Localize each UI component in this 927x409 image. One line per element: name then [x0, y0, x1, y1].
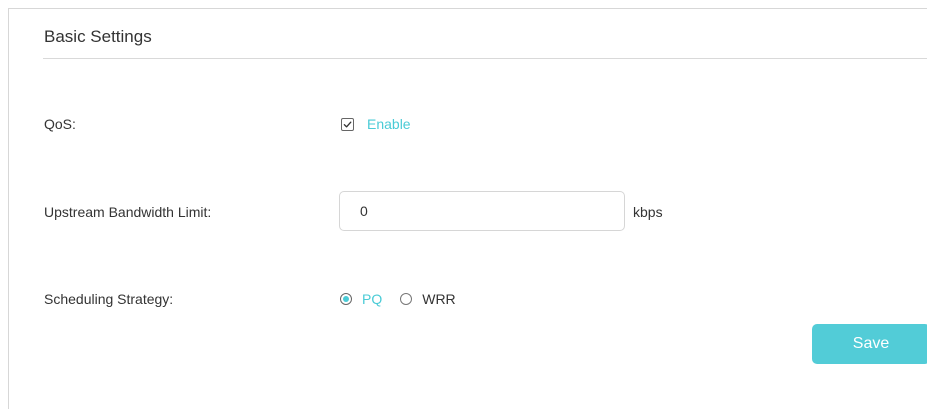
radio-label-pq[interactable]: PQ	[362, 291, 382, 307]
radio-option-pq[interactable]: PQ	[340, 291, 382, 307]
qos-enable-checkbox[interactable]: Enable	[341, 116, 411, 132]
checkbox-box[interactable]	[341, 117, 354, 131]
qos-label: QoS:	[44, 116, 76, 132]
radio-wrr[interactable]	[400, 293, 413, 305]
bandwidth-unit: kbps	[633, 204, 663, 220]
check-icon	[343, 120, 352, 128]
radio-pq[interactable]	[340, 293, 352, 305]
scheduling-strategy-radio-group: PQ WRR	[340, 291, 474, 307]
save-button[interactable]: Save	[812, 324, 927, 364]
scheduling-strategy-label: Scheduling Strategy:	[44, 291, 174, 307]
section-title: Basic Settings	[44, 27, 152, 46]
upstream-bandwidth-input[interactable]	[339, 191, 625, 231]
radio-dot-icon	[343, 296, 349, 302]
radio-option-wrr[interactable]: WRR	[400, 291, 456, 307]
qos-enable-label[interactable]: Enable	[367, 116, 411, 132]
section-divider	[43, 58, 927, 59]
radio-label-wrr[interactable]: WRR	[422, 291, 455, 307]
upstream-bandwidth-label: Upstream Bandwidth Limit:	[44, 204, 212, 220]
